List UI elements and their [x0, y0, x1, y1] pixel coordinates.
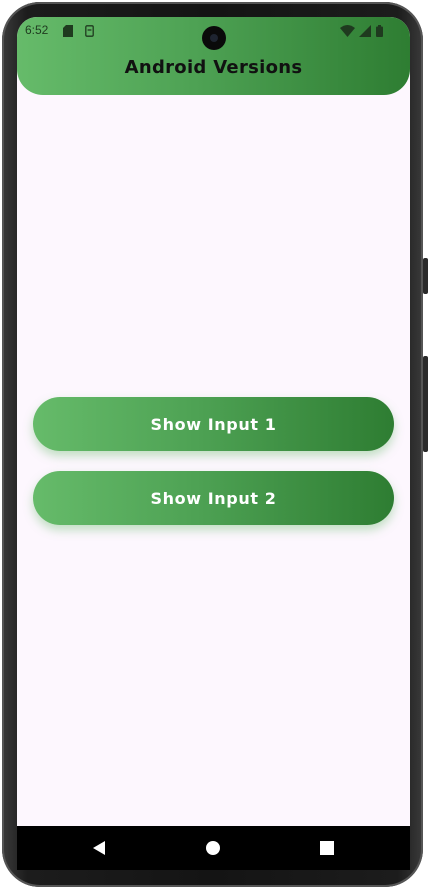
app-title: Android Versions: [124, 57, 303, 78]
status-time: 6:52: [25, 23, 49, 37]
show-input-1-button[interactable]: Show Input 1: [33, 397, 394, 451]
back-button[interactable]: [89, 838, 109, 858]
app-screen: Android Versions 6:52 Show Input 1 Show …: [17, 17, 410, 870]
sd-card-icon: [63, 25, 73, 37]
front-camera: [202, 26, 226, 50]
battery-icon: [376, 25, 383, 37]
power-button: [423, 356, 428, 452]
wifi-icon: [340, 25, 355, 37]
sim-icon: [85, 25, 94, 37]
recents-icon: [320, 841, 334, 855]
back-icon: [93, 841, 105, 855]
device-frame: Android Versions 6:52 Show Input 1 Show …: [0, 0, 429, 891]
home-button[interactable]: [203, 838, 223, 858]
volume-button: [423, 258, 428, 294]
signal-icon: [359, 25, 371, 37]
show-input-2-button[interactable]: Show Input 2: [33, 471, 394, 525]
home-icon: [206, 841, 220, 855]
navigation-bar: [17, 826, 410, 870]
recents-button[interactable]: [317, 838, 337, 858]
